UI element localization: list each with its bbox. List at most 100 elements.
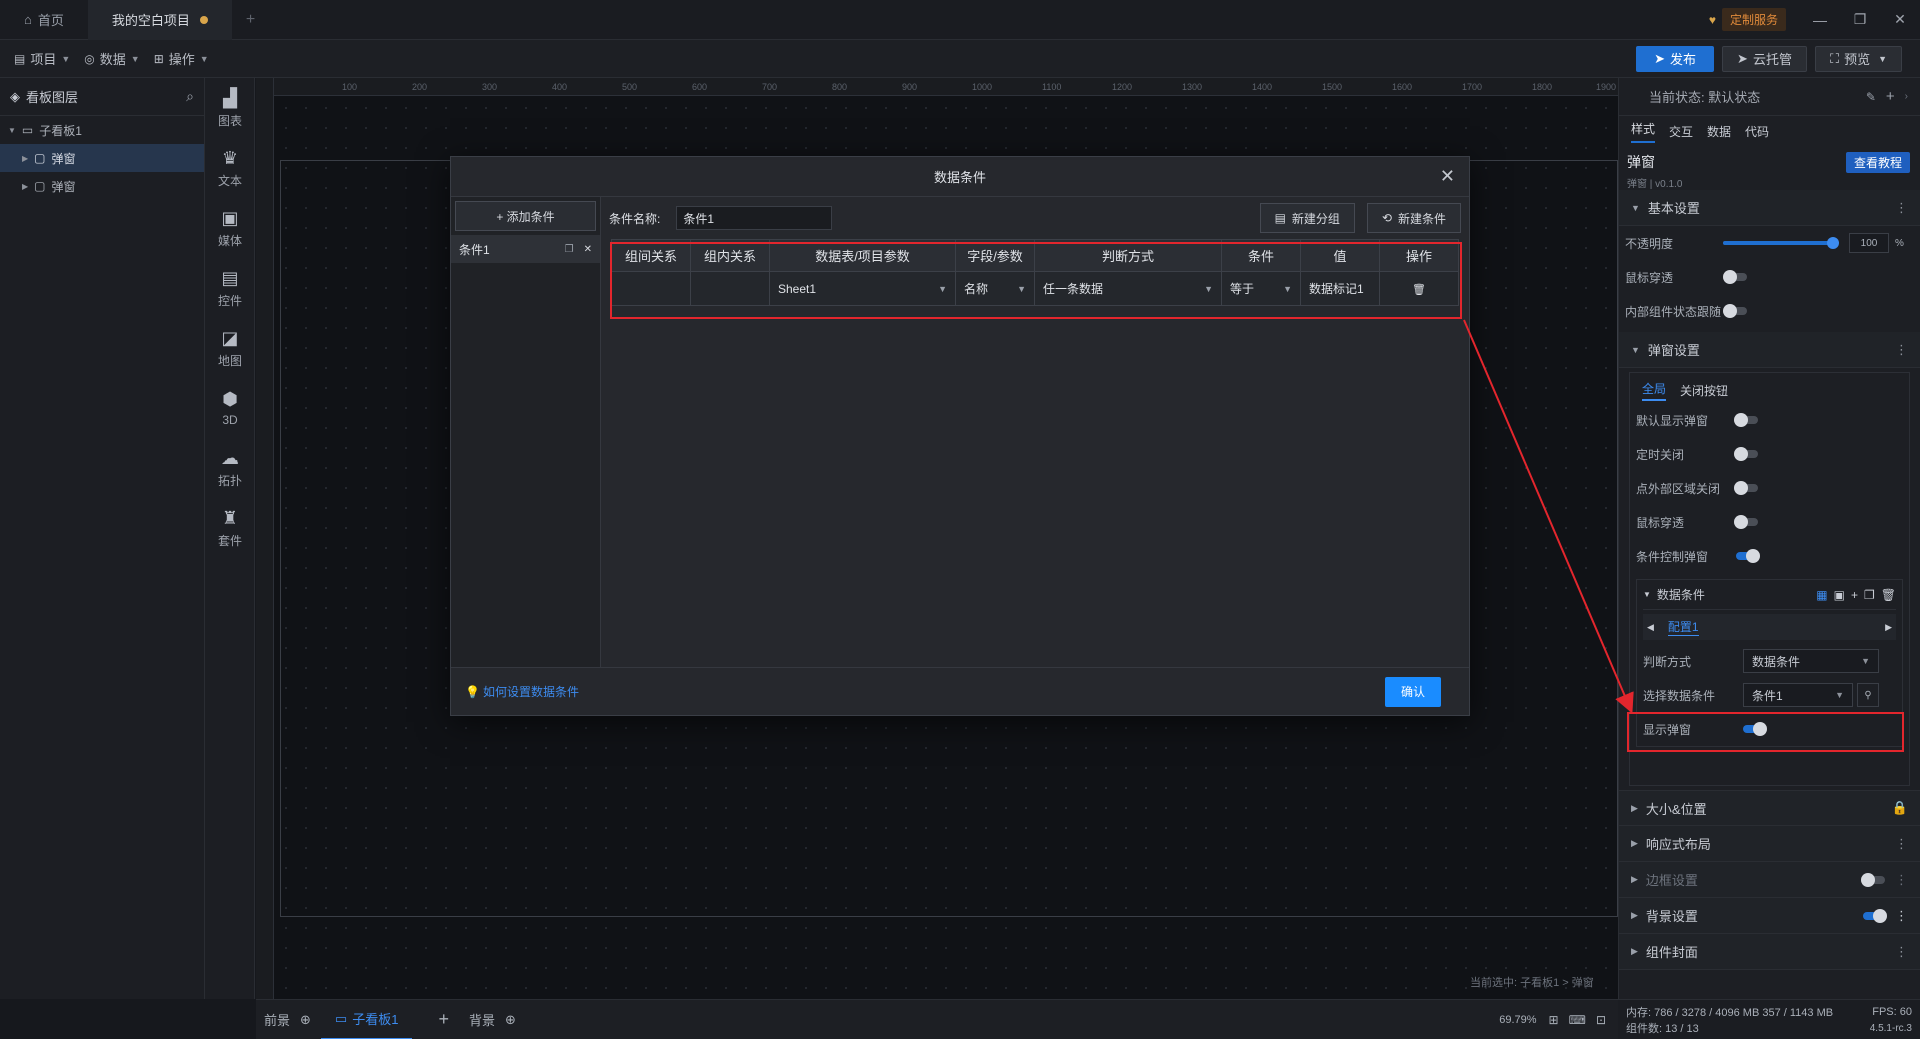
layer-item-popup-1[interactable]: ▶ ▢ 弹窗 xyxy=(0,144,204,172)
table-icon[interactable]: ▦ xyxy=(1816,588,1827,602)
more-icon[interactable]: ⋮ xyxy=(1895,836,1908,852)
library-map[interactable]: ◪ 地图 xyxy=(205,318,255,378)
tutorial-button[interactable]: 查看教程 xyxy=(1845,152,1910,173)
close-window-button[interactable]: ✕ xyxy=(1880,0,1920,40)
zoom-level[interactable]: 69.79% xyxy=(1499,1014,1536,1026)
layer-item-popup-2[interactable]: ▶ ▢ 弹窗 xyxy=(0,172,204,200)
add-icon[interactable]: + xyxy=(1886,88,1895,105)
tab-data[interactable]: 数据 xyxy=(1707,123,1731,140)
minimize-button[interactable]: — xyxy=(1800,0,1840,40)
library-suite[interactable]: ♜ 套件 xyxy=(205,498,255,558)
condition-list-item[interactable]: 条件1 ❐ ✕ xyxy=(451,235,600,263)
project-menu-label: 项目 xyxy=(30,52,57,67)
default-show-toggle[interactable] xyxy=(1734,413,1758,427)
popup-mouse-pass-toggle[interactable] xyxy=(1734,515,1758,529)
section-size-position[interactable]: ▶ 大小&位置 🔒 xyxy=(1619,790,1920,826)
terminal-icon[interactable]: ⊡ xyxy=(1596,1013,1606,1027)
layers-header: ◈ 看板图层 ⌕ xyxy=(0,78,204,116)
add-circle-icon[interactable]: ⊕ xyxy=(300,1012,311,1028)
home-tab-label: 首页 xyxy=(37,13,64,28)
library-3d[interactable]: ⬢ 3D xyxy=(205,378,255,438)
service-badge[interactable]: 定制服务 xyxy=(1721,8,1786,31)
library-control[interactable]: ▤ 控件 xyxy=(205,258,255,318)
publish-button[interactable]: ➤ 发布 xyxy=(1636,45,1715,72)
fit-screen-icon[interactable]: ⊞ xyxy=(1549,1013,1559,1027)
background-toggle[interactable] xyxy=(1863,908,1887,923)
add-icon[interactable]: + xyxy=(1851,588,1858,602)
more-icon[interactable]: ⋮ xyxy=(1895,944,1908,960)
library-media[interactable]: ▣ 媒体 xyxy=(205,198,255,258)
home-tab[interactable]: ⌂ 首页 xyxy=(0,0,88,40)
preview-button[interactable]: ⛶ 预览 ▼ xyxy=(1814,45,1902,72)
section-cover[interactable]: ▶ 组件封面 ⋮ xyxy=(1619,934,1920,970)
layer-item-child-board[interactable]: ▼ ▭ 子看板1 xyxy=(0,116,204,144)
tab-style[interactable]: 样式 xyxy=(1631,120,1656,143)
copy-icon[interactable]: ❐ xyxy=(1864,588,1875,602)
library-chart[interactable]: ▟ 图表 xyxy=(205,78,255,138)
chevron-right-icon[interactable]: › xyxy=(1905,91,1908,102)
foreground-tab[interactable]: 前景 ⊕ xyxy=(264,1010,311,1029)
condition-list: + 添加条件 条件1 ❐ ✕ xyxy=(451,197,601,667)
new-condition-button[interactable]: ⟲ 新建条件 xyxy=(1366,203,1461,233)
close-icon[interactable]: ✕ xyxy=(584,244,592,255)
lock-icon[interactable]: 🔒 xyxy=(1892,800,1908,816)
add-board-button[interactable]: + xyxy=(438,1009,449,1030)
opacity-input[interactable]: 100 xyxy=(1849,233,1889,253)
opacity-slider[interactable] xyxy=(1723,237,1839,249)
section-background[interactable]: ▶ 背景设置 ⋮ xyxy=(1619,898,1920,934)
default-show-label: 默认显示弹窗 xyxy=(1636,413,1709,428)
library-topology[interactable]: ☁ 拓扑 xyxy=(205,438,255,498)
operate-menu[interactable]: ⊞ 操作 ▼ xyxy=(154,49,209,68)
timed-close-toggle[interactable] xyxy=(1734,447,1758,461)
section-border[interactable]: ▶ 边框设置 ⋮ xyxy=(1619,862,1920,898)
cond-control-toggle[interactable] xyxy=(1736,549,1760,563)
section-basic[interactable]: ▼ 基本设置 ⋮ xyxy=(1619,190,1920,226)
background-label: 背景 xyxy=(468,1013,495,1028)
judge-select[interactable]: 数据条件 ▼ xyxy=(1743,649,1879,673)
config-tab[interactable]: 配置1 xyxy=(1667,618,1699,636)
subtab-global[interactable]: 全局 xyxy=(1642,380,1667,401)
library-text[interactable]: ♛ 文本 xyxy=(205,138,255,198)
cloud-host-button[interactable]: ➤ 云托管 xyxy=(1722,45,1807,72)
help-link[interactable]: 💡 如何设置数据条件 xyxy=(465,683,579,700)
border-toggle[interactable] xyxy=(1861,872,1885,887)
new-tab-button[interactable]: + xyxy=(246,11,255,29)
data-menu[interactable]: ◎ 数据 ▼ xyxy=(84,49,139,68)
opacity-slider-knob[interactable] xyxy=(1827,237,1839,249)
child-board-tab[interactable]: ▭ 子看板1 xyxy=(320,1000,413,1039)
confirm-button[interactable]: 确认 xyxy=(1385,676,1441,707)
background-tab[interactable]: 背景 ⊕ xyxy=(469,1010,516,1029)
condition-name-input[interactable] xyxy=(676,206,833,230)
component-count: 组件数: 13 / 13 xyxy=(1626,1023,1699,1035)
more-icon[interactable]: ⋮ xyxy=(1895,872,1908,888)
more-icon[interactable]: ⋮ xyxy=(1895,200,1908,216)
inner-follow-toggle[interactable] xyxy=(1723,304,1747,318)
project-tab[interactable]: 我的空白项目 xyxy=(87,0,232,40)
filter-edit-icon[interactable]: ⚲ xyxy=(1857,683,1879,707)
section-responsive[interactable]: ▶ 响应式布局 ⋮ xyxy=(1619,826,1920,862)
chevron-left-icon[interactable]: ◀ xyxy=(1647,622,1654,633)
copy-icon[interactable]: ❐ xyxy=(565,244,574,255)
close-icon[interactable]: ✕ xyxy=(1440,166,1455,187)
select-condition-select[interactable]: 条件1 ▼ xyxy=(1743,683,1853,707)
tab-interaction[interactable]: 交互 xyxy=(1669,123,1693,140)
add-circle-icon[interactable]: ⊕ xyxy=(505,1012,516,1028)
add-condition-button[interactable]: + 添加条件 xyxy=(455,201,596,231)
send-icon: ➤ xyxy=(1737,50,1748,66)
outside-close-toggle[interactable] xyxy=(1734,481,1758,495)
more-icon[interactable]: ⋮ xyxy=(1895,908,1908,924)
keyboard-icon[interactable]: ⌨ xyxy=(1569,1013,1586,1027)
search-icon[interactable]: ⌕ xyxy=(186,88,194,105)
more-icon[interactable]: ⋮ xyxy=(1895,342,1908,358)
chevron-right-icon[interactable]: ▶ xyxy=(1885,622,1892,633)
mouse-pass-toggle[interactable] xyxy=(1723,270,1747,284)
section-popup[interactable]: ▼ 弹窗设置 ⋮ xyxy=(1619,332,1920,368)
restore-button[interactable]: ❐ xyxy=(1840,0,1880,40)
layout-icon[interactable]: ▣ xyxy=(1834,588,1845,602)
project-menu[interactable]: ▤ 项目 ▼ xyxy=(14,49,70,68)
new-group-button[interactable]: ▤ 新建分组 xyxy=(1259,203,1355,233)
edit-icon[interactable]: ✎ xyxy=(1866,90,1876,104)
tab-code[interactable]: 代码 xyxy=(1745,123,1769,140)
subtab-close-button[interactable]: 关闭按钮 xyxy=(1680,382,1728,399)
delete-icon[interactable]: 🗑 xyxy=(1881,588,1896,602)
